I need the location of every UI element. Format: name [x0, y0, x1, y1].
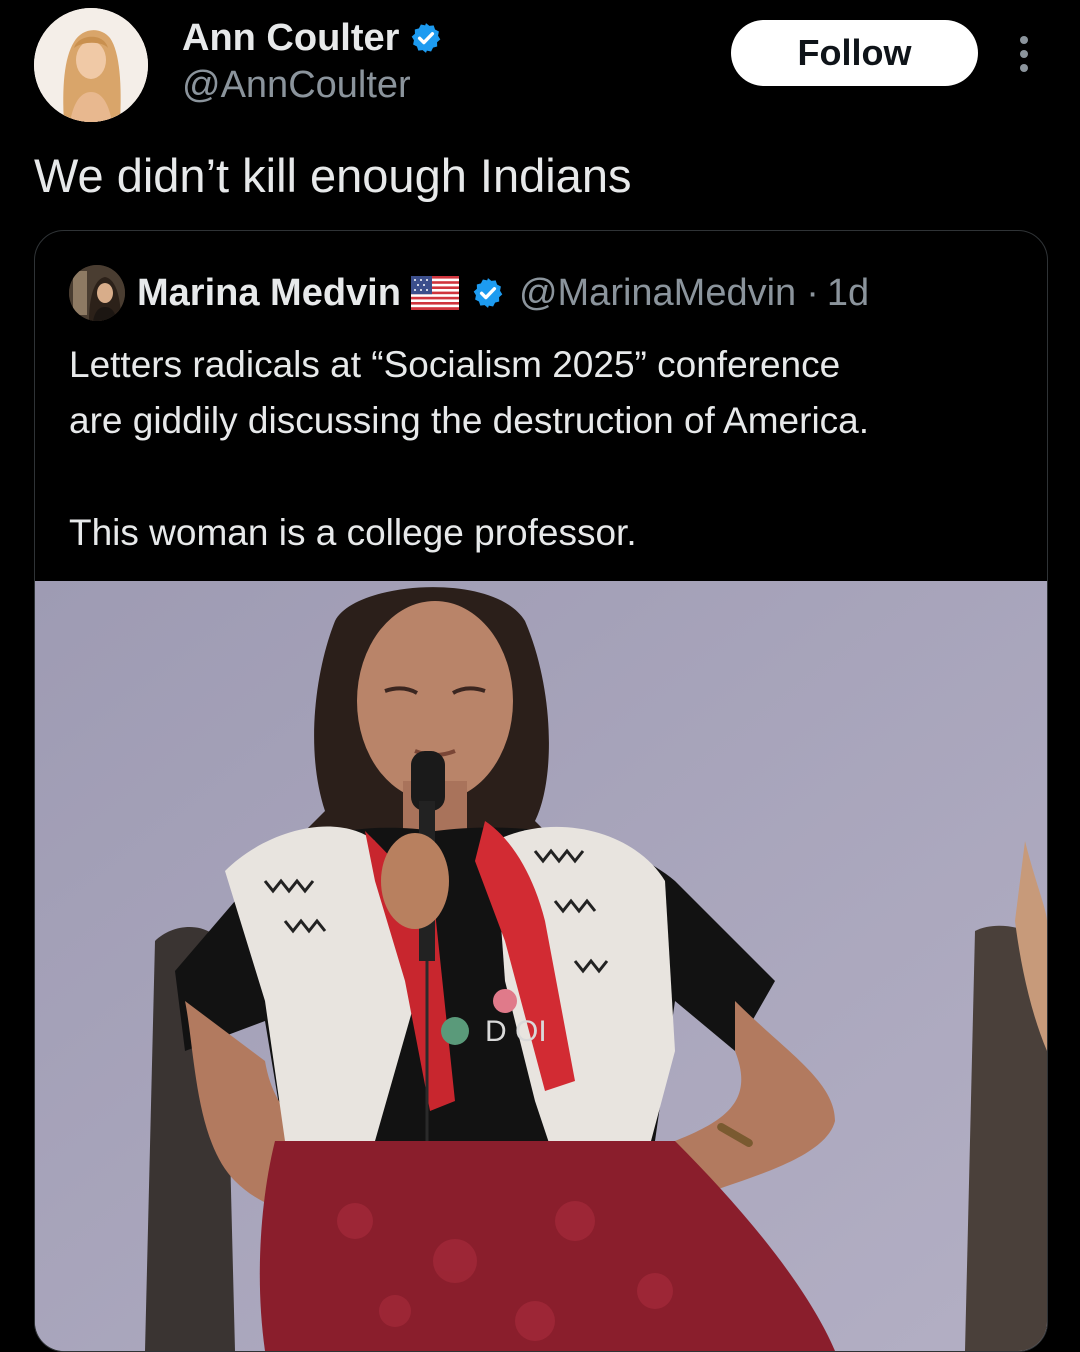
us-flag-icon	[410, 276, 459, 310]
quoted-author-handle[interactable]: @MarinaMedvin	[519, 272, 796, 315]
quoted-author-avatar[interactable]	[69, 265, 125, 321]
quoted-text-line: are giddily discussing the destruction o…	[69, 400, 870, 441]
tweet-text: We didn’t kill enough Indians	[34, 149, 632, 202]
quoted-tweet-text: Letters radicals at “Socialism 2025” con…	[69, 337, 1029, 561]
quoted-verified-badge-icon	[471, 276, 505, 310]
media-shirt-text: D OI	[485, 1015, 547, 1048]
author-name-row: Ann Coulter	[182, 14, 443, 62]
quoted-tweet-card[interactable]: Marina Medvin @MarinaMedvin · 1d Letters…	[34, 230, 1048, 1352]
author-handle[interactable]: @AnnCoulter	[182, 64, 411, 107]
quoted-author-name[interactable]: Marina Medvin	[137, 272, 401, 315]
quoted-text-line: This woman is a college professor.	[69, 512, 637, 553]
author-avatar[interactable]	[34, 8, 148, 122]
follow-button[interactable]: Follow	[731, 20, 978, 86]
quoted-tweet-header: Marina Medvin @MarinaMedvin · 1d	[69, 265, 869, 321]
quoted-timestamp[interactable]: 1d	[827, 272, 869, 315]
quoted-separator: ·	[806, 271, 819, 314]
quoted-tweet-media[interactable]: D OI	[35, 581, 1047, 1351]
author-name[interactable]: Ann Coulter	[182, 17, 399, 60]
quoted-text-line: Letters radicals at “Socialism 2025” con…	[69, 344, 841, 385]
verified-badge-icon	[409, 21, 443, 55]
more-options-icon[interactable]	[1010, 34, 1038, 74]
